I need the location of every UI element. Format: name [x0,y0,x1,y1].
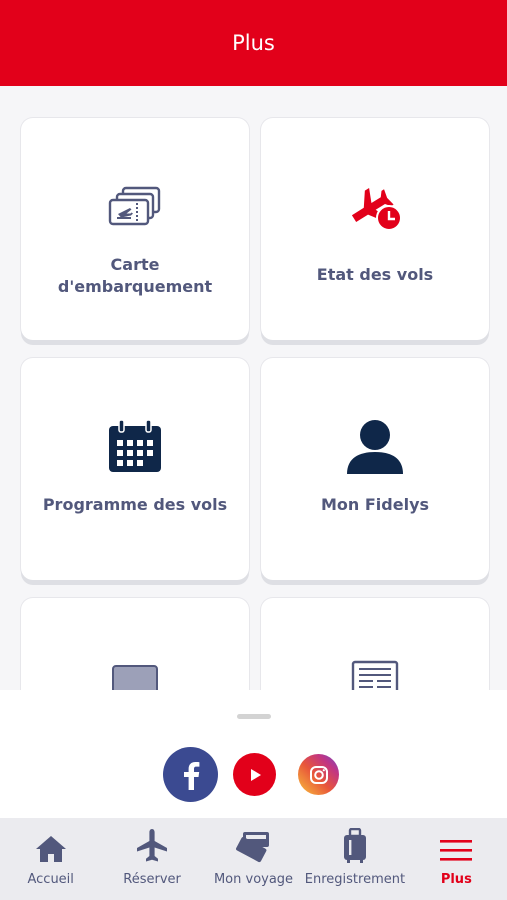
tab-accueil[interactable]: Accueil [0,818,101,900]
drag-handle[interactable] [237,714,271,719]
card-flight-status[interactable]: Etat des vols [261,118,489,340]
header-bar: Plus [0,0,507,86]
laptop-icon [21,664,249,690]
calendar-icon [21,418,249,474]
tab-label: Mon voyage [213,872,294,887]
tab-enregistrement[interactable]: Enregistrement [304,818,405,900]
social-sheet [0,690,507,818]
tab-bar: Accueil Réserver Mon voyage Enregistreme… [0,818,507,900]
card-item[interactable] [261,598,489,690]
card-mon-fidelys[interactable]: Mon Fidelys [261,358,489,580]
menu-icon [438,818,474,868]
tab-label: Enregistrement [304,872,406,887]
luggage-icon [342,818,368,868]
card-label: Etat des vols [316,265,434,284]
user-icon [261,418,489,476]
card-label: Carte d'embarquement [57,255,213,296]
flight-status-icon [261,186,489,234]
youtube-icon[interactable] [233,753,276,796]
newspaper-icon [261,660,489,690]
tab-plus[interactable]: Plus [406,818,507,900]
card-item[interactable] [21,598,249,690]
airplane-icon [135,818,169,868]
tab-label: Réserver [123,872,181,887]
menu-grid: Carte d'embarquement Etat des vols Progr… [0,86,507,690]
card-label: Mon Fidelys [320,495,430,514]
boarding-pass-icon [21,186,249,228]
tickets-icon [235,818,273,868]
tab-mon-voyage[interactable]: Mon voyage [203,818,304,900]
card-flight-schedule[interactable]: Programme des vols [21,358,249,580]
tab-reserver[interactable]: Réserver [101,818,202,900]
instagram-icon[interactable] [298,754,339,795]
home-icon [34,818,68,868]
page-title: Plus [232,31,275,55]
card-boarding-pass[interactable]: Carte d'embarquement [21,118,249,340]
card-label: Programme des vols [42,495,228,514]
facebook-icon[interactable] [163,747,218,802]
tab-label: Plus [440,872,472,887]
tab-label: Accueil [27,872,74,887]
